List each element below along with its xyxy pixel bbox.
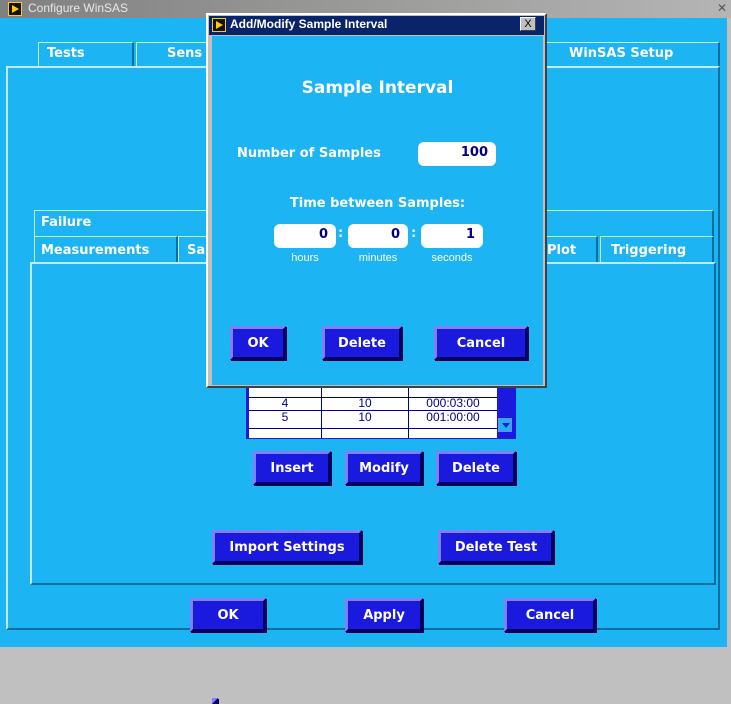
hours-label: hours [291,252,319,264]
close-icon[interactable]: ✕ [714,1,730,15]
tab-measurements-label: Measurements [41,243,150,258]
ok-button[interactable]: OK [190,598,266,632]
time-separator: : [338,226,344,241]
dialog-delete-button[interactable]: Delete [322,326,402,360]
dialog-ok-button[interactable]: OK [230,326,286,360]
apply-button[interactable]: Apply [345,598,423,632]
tab-triggering[interactable]: Triggering [600,236,714,264]
tab-sensors[interactable]: Sens [136,42,216,68]
seconds-label: seconds [431,252,473,264]
table-cell: 10 [358,410,372,424]
app-icon [8,2,22,16]
minutes-input[interactable]: 0 [348,224,408,248]
table-cell: 10 [358,396,372,410]
import-settings-button[interactable]: Import Settings [212,530,362,564]
num-samples-input[interactable]: 100 [418,142,496,166]
time-separator: : [411,226,417,241]
dialog-title: Add/Modify Sample Interval [230,17,388,31]
time-between-label: Time between Samples: [289,196,466,211]
tab-sampling-label: Sa [187,243,206,258]
dialog-cancel-button[interactable]: Cancel [434,326,528,360]
delete-interval-button[interactable]: Delete [436,451,516,485]
tab-winsas-setup[interactable]: WinSAS Setup [546,42,720,68]
tab-tests-label: Tests [47,46,85,61]
cancel-button[interactable]: Cancel [504,598,596,632]
table-cell: 000:03:00 [426,396,480,410]
tab-winsas-setup-label: WinSAS Setup [569,46,674,61]
dialog-body: Sample Interval Number of Samples 100 Ti… [212,36,543,385]
tab-triggering-label: Triggering [611,243,687,258]
tab-tests[interactable]: Tests [38,42,134,68]
sample-interval-dialog: Add/Modify Sample Interval X Sample Inte… [206,13,547,388]
hours-input[interactable]: 0 [274,224,336,248]
dialog-close-icon[interactable]: X [520,17,536,31]
minutes-label: minutes [358,252,398,264]
table-cell: 001:00:00 [426,410,480,424]
table-cell: 4 [281,396,289,410]
delete-test-button[interactable]: Delete Test [438,530,554,564]
table-divider [249,428,497,429]
tab-failure-label: Failure [41,215,92,230]
tab-sensors-label: Sens [167,46,203,61]
tab-plot-label: Plot [547,243,577,258]
insert-button[interactable]: Insert [253,451,331,485]
tab-plot[interactable]: Plot [540,236,598,264]
tab-measurements[interactable]: Measurements [34,236,178,264]
dialog-heading: Sample Interval [301,78,454,98]
seconds-input[interactable]: 1 [421,224,483,248]
scroll-down-arrow-icon[interactable] [498,418,512,432]
table-scrollbar[interactable] [498,386,514,438]
modify-button[interactable]: Modify [345,451,423,485]
dialog-app-icon [212,18,226,32]
num-samples-label: Number of Samples [237,146,381,161]
table-cell: 5 [281,410,289,424]
window-title: Configure WinSAS [28,1,129,15]
